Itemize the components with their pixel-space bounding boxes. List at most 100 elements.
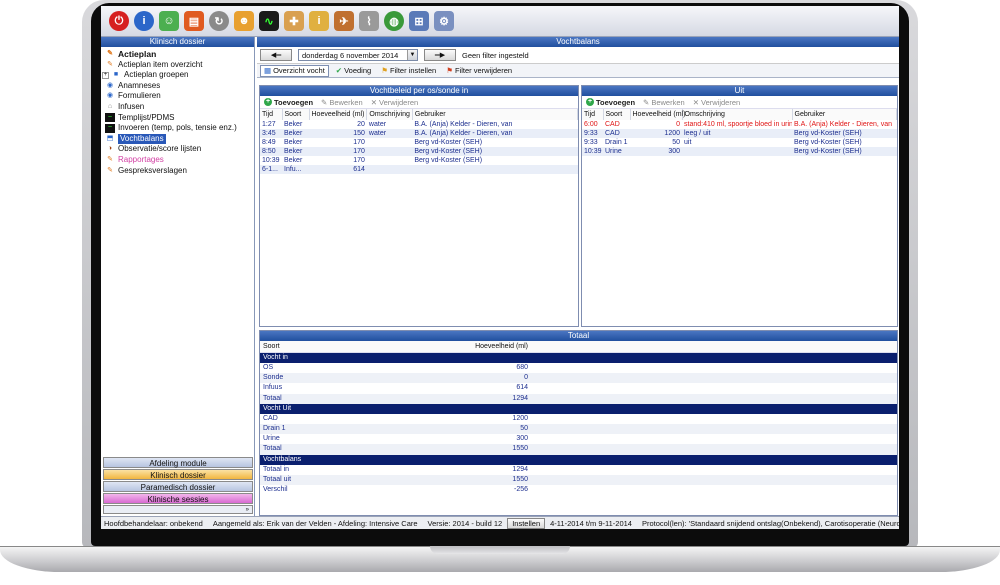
filter-instellen-button[interactable]: ⚑ Filter instellen (378, 65, 439, 77)
sidebar-item-templijst[interactable]: ~ Templijst/PDMS (105, 113, 254, 124)
filter-icon: ⚑ (381, 65, 388, 75)
nav-klinische-sessies[interactable]: Klinische sessies (103, 493, 253, 504)
user-settings-icon[interactable]: ⚙ (434, 11, 454, 31)
status-aangemeld: Aangemeld als: Erik van der Velden - Afd… (212, 518, 418, 528)
globe-icon[interactable]: ◍ (384, 11, 404, 31)
pencil-icon: ✎ (643, 97, 650, 107)
table-row[interactable]: Sonde 0 (260, 373, 897, 384)
tab-overzicht-vocht[interactable]: ▦ Overzicht vocht (260, 64, 329, 77)
refresh-icon[interactable]: ↻ (209, 11, 229, 31)
expand-icon[interactable]: + (102, 71, 109, 79)
table-row[interactable]: CAD 1200 (260, 414, 897, 424)
status-periode: 4-11-2014 t/m 9-11-2014 (550, 518, 632, 528)
sidebar-item-actieplan-overzicht[interactable]: ✎ Actieplan item overzicht (105, 60, 254, 71)
rapportage-icon: ✎ (107, 155, 113, 163)
users-icon[interactable]: ☻ (234, 11, 254, 31)
vocht-in-rows: 1:27 Beker 20 water B.A. (Anja) Kelder - Die… (260, 120, 578, 174)
prev-day-button[interactable]: ◀═ (260, 49, 292, 61)
col-tijd[interactable]: Tijd (582, 109, 604, 120)
nav-afdeling-module[interactable]: Afdeling module (103, 457, 253, 468)
date-filter-bar: ◀═ donderdag 6 november 2014 ▼ ═▶ Geen fi… (257, 47, 899, 64)
sidebar-item-infusen[interactable]: ⌂ Infusen (105, 102, 254, 113)
nav-expand-handle[interactable]: » (103, 505, 253, 514)
table-row[interactable]: 6-1... Infu... 614 (260, 165, 578, 174)
instellen-button[interactable]: Instellen (507, 517, 546, 529)
col-omschrijving[interactable]: Omschrijving (682, 109, 793, 120)
table-row[interactable]: 10:39 Beker 170 Berg vd-Koster (SEH) (260, 156, 578, 165)
table-row[interactable]: 3:45 Beker 150 water B.A. (Anja) Kelder - Di… (260, 129, 578, 138)
status-protocol: Protocol(len): 'Standaard snijdend ontsl… (641, 518, 899, 528)
col-omschrijving[interactable]: Omschrijving (366, 109, 413, 120)
power-icon[interactable]: ⏻ (109, 11, 129, 31)
col-gebruiker[interactable]: Gebruiker (412, 109, 579, 120)
sidebar-item-rapportages[interactable]: ✎ Rapportages (105, 155, 254, 166)
table-row[interactable]: Urine 300 (260, 434, 897, 444)
table-row[interactable]: Totaal 1294 (260, 393, 897, 404)
edit-uit-button[interactable]: ✎ Bewerken (643, 98, 685, 107)
vocht-uit-header: Uit (582, 86, 897, 96)
filter-status-label: Geen filter ingesteld (462, 50, 529, 60)
status-bar: Hoofdbehandelaar: onbekend Aangemeld als… (101, 516, 899, 529)
nav-klinisch-dossier[interactable]: Klinisch dossier (103, 469, 253, 480)
nav-paramedisch-dossier[interactable]: Paramedisch dossier (103, 481, 253, 492)
date-picker[interactable]: donderdag 6 november 2014 ▼ (298, 49, 418, 61)
totaal-header: Totaal (260, 331, 897, 341)
sidebar-item-observatie[interactable]: ◑ Observatie/score lijsten (105, 144, 254, 155)
table-row[interactable]: 8:49 Beker 170 Berg vd-Koster (SEH) (260, 138, 578, 147)
sidebar-item-gespreksverslagen[interactable]: ✎ Gespreksverslagen (105, 166, 254, 177)
col-hoeveelheid[interactable]: Hoeveelheid (ml) (309, 109, 368, 120)
nurse-icon[interactable]: ✚ (284, 11, 304, 31)
table-row[interactable]: Drain 1 50 (260, 423, 897, 435)
paperclip-icon[interactable]: ⌇ (359, 11, 379, 31)
vocht-in-actions: + Toevoegen ✎ Bewerken ✕ Verwijderen (260, 96, 578, 109)
sidebar-item-invoeren[interactable]: ~ Invoeren (temp, pols, tensie enz.) (105, 123, 254, 134)
person-icon[interactable]: ☺ (159, 11, 179, 31)
col-soort[interactable]: Soort (603, 109, 631, 120)
table-row[interactable]: 1:27 Beker 20 water B.A. (Anja) Kelder - Die… (260, 120, 578, 129)
eye-icon: ◑ (107, 145, 113, 153)
col-hoeveelheid[interactable]: Hoeveelheid (ml) (630, 109, 685, 120)
infuus-icon: ⌂ (107, 102, 113, 110)
plus-icon: + (264, 98, 272, 106)
table-row[interactable]: OS 680 (260, 363, 897, 373)
next-day-button[interactable]: ═▶ (424, 49, 456, 61)
close-icon: ✕ (370, 97, 377, 107)
edit-in-button[interactable]: ✎ Bewerken (321, 98, 363, 107)
table-row[interactable]: 9:33 CAD 1200 leeg / uit Berg vd-Koster (SEH… (582, 129, 897, 138)
view-tabbar: ▦ Overzicht vocht ✔ Voeding ⚑ Filter instel… (257, 64, 899, 78)
vocht-uit-rows: 6:00 CAD 0 stand:410 ml, spoortje bloed in … (582, 120, 897, 156)
col-tijd[interactable]: Tijd (260, 109, 283, 120)
info-person-icon[interactable]: i (309, 11, 329, 31)
chevron-down-icon[interactable]: ▼ (407, 50, 417, 60)
monitor-small-icon: ~ (105, 123, 115, 133)
sidebar-item-anamneses[interactable]: ◉ Anamneses (105, 81, 254, 92)
sidebar-item-formulieren[interactable]: ◉ Formulieren (105, 91, 254, 102)
add-uit-button[interactable]: + Toevoegen (586, 98, 635, 107)
sidebar-item-vochtbalans[interactable]: ⬒ Vochtbalans (105, 133, 254, 145)
sidebar-item-actieplan[interactable]: ✎ Actieplan (105, 49, 254, 60)
table-row[interactable]: Totaal uit 1550 (260, 474, 897, 485)
table-row[interactable]: Infuus 614 (260, 383, 897, 393)
monitor-icon[interactable]: ∿ (259, 11, 279, 31)
book-icon[interactable]: ▤ (184, 11, 204, 31)
sidebar-item-actieplan-groepen[interactable]: + ■ Actieplan groepen (102, 70, 254, 81)
table-row[interactable]: Totaal in 1294 (260, 465, 897, 475)
table-row[interactable]: 6:00 CAD 0 stand:410 ml, spoortje bloed in … (582, 120, 897, 129)
col-gebruiker[interactable]: Gebruiker (792, 109, 897, 120)
table-header-row: Tijd Soort Hoeveelheid (ml) Omschrijving… (260, 109, 579, 120)
tab-voeding[interactable]: ✔ Voeding (333, 65, 374, 77)
drop-icon: ⬒ (106, 134, 114, 142)
table-row[interactable]: Totaal 1550 (260, 444, 897, 455)
add-in-button[interactable]: + Toevoegen (264, 98, 313, 107)
col-soort[interactable]: Soort (282, 109, 310, 120)
table-row[interactable]: Verschil -256 (260, 485, 897, 495)
filter-verwijderen-button[interactable]: ⚑ Filter verwijderen (443, 65, 515, 77)
table-row[interactable]: 10:39 Urine 300 Berg vd-Koster (SEH) (582, 147, 897, 156)
network-icon[interactable]: ⊞ (409, 11, 429, 31)
table-row[interactable]: 9:33 Drain 1 50 uit Berg vd-Koster (SEH) (582, 138, 897, 147)
remove-uit-button[interactable]: ✕ Verwijderen (693, 98, 741, 107)
remove-in-button[interactable]: ✕ Verwijderen (371, 98, 419, 107)
info-icon[interactable]: i (134, 11, 154, 31)
table-row[interactable]: 8:50 Beker 170 Berg vd-Koster (SEH) (260, 147, 578, 156)
bird-icon[interactable]: ✈ (334, 11, 354, 31)
